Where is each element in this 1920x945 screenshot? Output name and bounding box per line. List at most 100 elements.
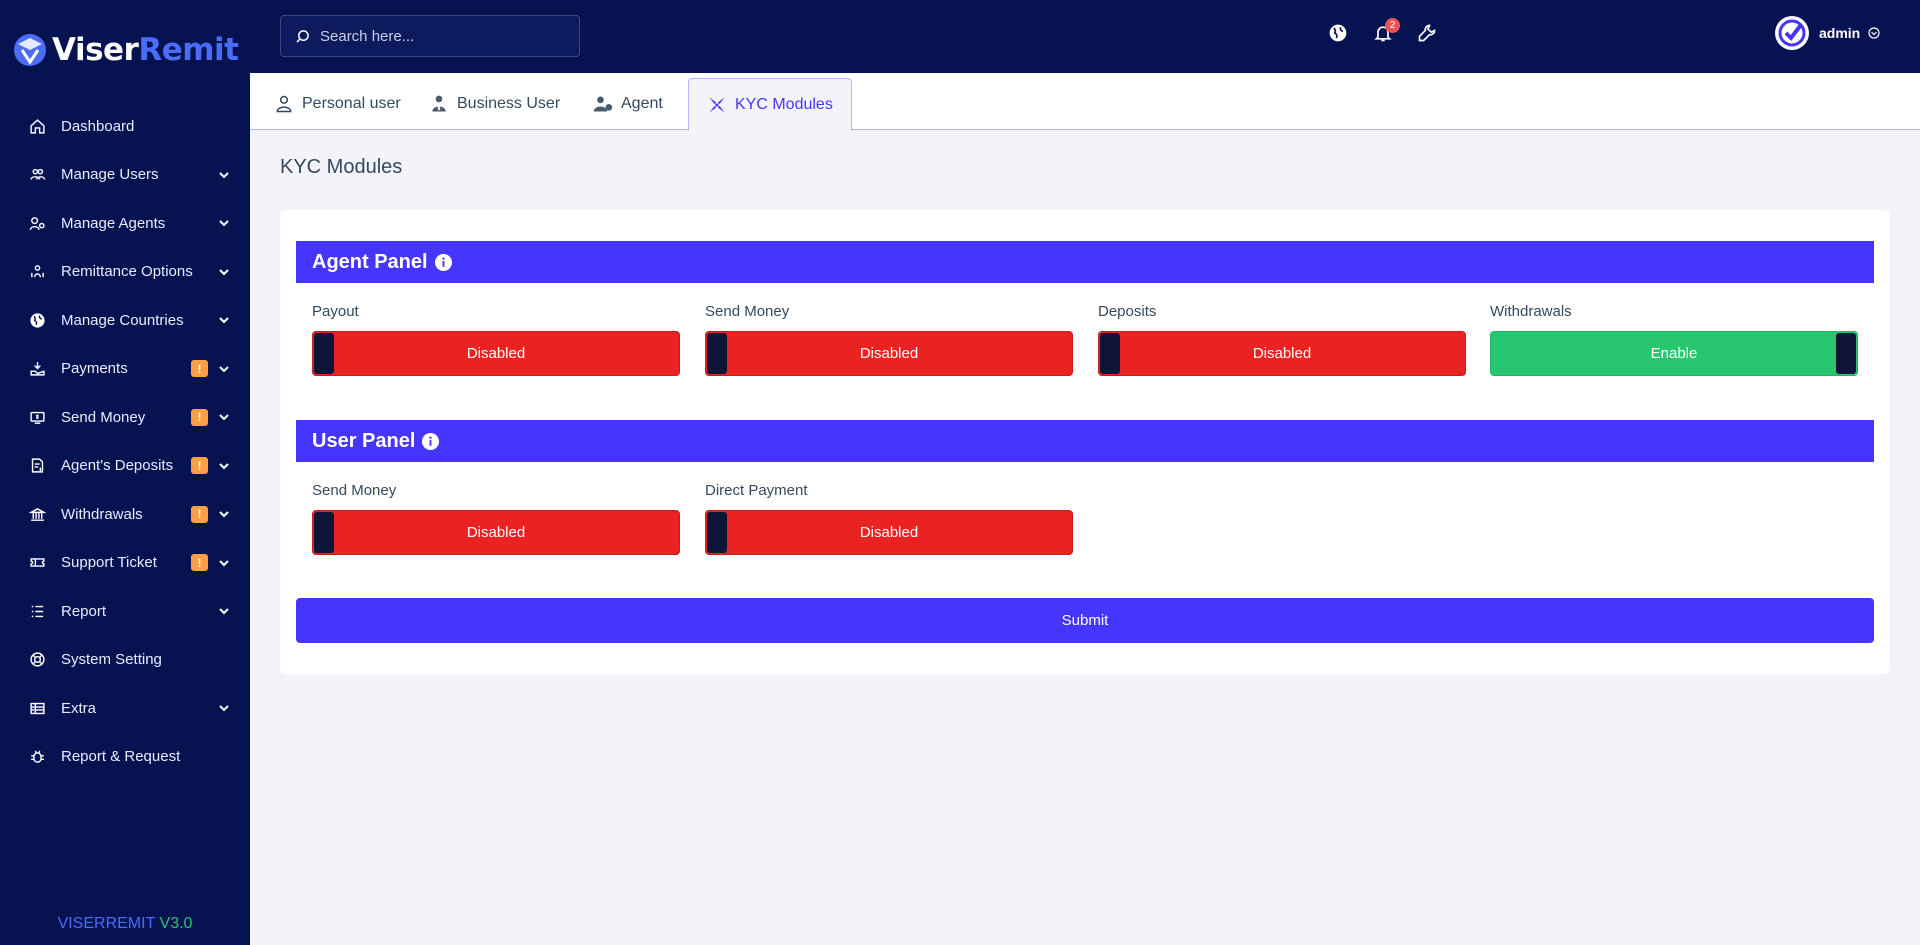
lifebuoy-icon (28, 651, 46, 669)
topbar: 2 admin (250, 0, 1920, 73)
ticket-icon (28, 554, 46, 572)
user-panel-header: User Panel (296, 420, 1874, 462)
agent-payout-field: Payout Disabled (312, 303, 680, 376)
version-label: VISERREMIT V3.0 (57, 915, 193, 932)
brand-logo[interactable]: ViserRemit (0, 0, 250, 100)
sidebar-item-manage-countries[interactable]: Manage Countries (0, 296, 250, 345)
remittance-icon (28, 263, 46, 281)
home-icon (28, 117, 46, 135)
sidebar-item-support-ticket[interactable]: Support Ticket ! (0, 539, 250, 588)
chevron-down-icon (218, 217, 230, 229)
notification-button[interactable]: 2 (1372, 18, 1400, 44)
sidebar-item-send-money[interactable]: Send Money ! (0, 393, 250, 442)
business-user-icon (432, 95, 446, 112)
language-button[interactable] (1327, 22, 1349, 44)
agent-withdrawals-toggle[interactable]: Enable (1490, 331, 1858, 376)
bank-icon (28, 505, 46, 523)
agent-withdrawals-field: Withdrawals Enable (1490, 303, 1858, 376)
toggle-knob (707, 512, 727, 553)
field-label: Payout (312, 303, 359, 320)
warning-badge: ! (191, 408, 208, 426)
tab-business-user[interactable]: Business User (411, 78, 578, 130)
chevron-down-icon (1868, 27, 1880, 39)
user-send-money-field: Send Money Disabled (312, 482, 680, 555)
agent-payout-toggle[interactable]: Disabled (312, 331, 680, 376)
field-label: Send Money (705, 303, 790, 320)
sidebar-item-remittance-options[interactable]: Remittance Options (0, 248, 250, 297)
toggle-knob (1836, 333, 1856, 374)
kyc-icon (709, 97, 725, 112)
chevron-down-icon (218, 169, 230, 181)
chevron-down-icon (218, 411, 230, 423)
info-icon[interactable] (421, 432, 440, 451)
user-icon (276, 95, 292, 113)
chevron-down-icon (218, 702, 230, 714)
user-panel: User Panel Send Money Disabled Direct Pa… (296, 420, 1874, 582)
chevron-down-icon (218, 508, 230, 520)
search-icon (296, 29, 309, 43)
submit-button[interactable]: Submit (296, 598, 1874, 643)
agent-icon (593, 96, 613, 112)
search-box[interactable] (280, 15, 580, 57)
warning-badge: ! (191, 457, 208, 475)
chevron-down-icon (218, 557, 230, 569)
toggle-knob (1100, 333, 1120, 374)
field-label: Direct Payment (705, 482, 808, 499)
username: admin (1819, 25, 1861, 41)
user-direct-payment-toggle[interactable]: Disabled (705, 510, 1073, 555)
agent-deposits-toggle[interactable]: Disabled (1098, 331, 1466, 376)
settings-button[interactable] (1416, 22, 1438, 44)
user-menu[interactable]: admin (1775, 16, 1880, 50)
user-send-money-toggle[interactable]: Disabled (312, 510, 680, 555)
toggle-knob (707, 333, 727, 374)
sidebar-item-payments[interactable]: Payments ! (0, 345, 250, 394)
warning-badge: ! (191, 505, 208, 523)
sidebar-item-withdrawals[interactable]: Withdrawals ! (0, 490, 250, 539)
chevron-down-icon (218, 460, 230, 472)
users-icon (28, 166, 46, 184)
brand-part1: Viser (52, 32, 139, 68)
globe-icon (28, 311, 46, 329)
tab-personal-user[interactable]: Personal user (256, 78, 419, 130)
logo-icon (14, 34, 46, 66)
bug-icon (28, 748, 46, 766)
user-panel-title: User Panel (312, 429, 416, 452)
agent-panel-title: Agent Panel (312, 250, 428, 273)
field-label: Withdrawals (1490, 303, 1572, 320)
notification-count: 2 (1385, 18, 1400, 33)
agent-send-money-toggle[interactable]: Disabled (705, 331, 1073, 376)
list-icon (28, 602, 46, 620)
brand-part2: Remit (138, 32, 239, 68)
page-title: KYC Modules (280, 156, 403, 178)
tab-agent[interactable]: Agent (575, 78, 681, 130)
sidebar-item-manage-users[interactable]: Manage Users (0, 151, 250, 200)
wrench-icon (1418, 24, 1436, 42)
payment-icon (28, 360, 46, 378)
sidebar-item-agents-deposits[interactable]: Agent's Deposits ! (0, 442, 250, 491)
sidebar-item-report[interactable]: Report (0, 587, 250, 636)
sidebar-item-system-setting[interactable]: System Setting (0, 636, 250, 685)
chevron-down-icon (218, 363, 230, 375)
agent-panel: Agent Panel Payout Disabled Send Money D… (296, 241, 1874, 403)
user-direct-payment-field: Direct Payment Disabled (705, 482, 1073, 555)
field-label: Deposits (1098, 303, 1157, 320)
kyc-card: Agent Panel Payout Disabled Send Money D… (280, 210, 1890, 674)
agent-deposits-field: Deposits Disabled (1098, 303, 1466, 376)
toggle-knob (314, 512, 334, 553)
avatar (1775, 16, 1809, 50)
agents-icon (28, 214, 46, 232)
warning-badge: ! (191, 360, 208, 378)
agent-panel-header: Agent Panel (296, 241, 1874, 283)
tab-kyc-modules[interactable]: KYC Modules (688, 78, 852, 131)
search-input[interactable] (320, 27, 560, 45)
sidebar-item-manage-agents[interactable]: Manage Agents (0, 199, 250, 248)
chevron-down-icon (218, 314, 230, 326)
tab-bar: Personal user Business User Agent KYC Mo… (250, 73, 1920, 131)
agent-send-money-field: Send Money Disabled (705, 303, 1073, 376)
extra-icon (28, 699, 46, 717)
sidebar: ViserRemit Dashboard Manage Users Manage… (0, 0, 250, 945)
sidebar-item-report-request[interactable]: Report & Request (0, 733, 250, 782)
sidebar-item-extra[interactable]: Extra (0, 684, 250, 733)
info-icon[interactable] (434, 253, 453, 272)
sidebar-item-dashboard[interactable]: Dashboard (0, 102, 250, 151)
